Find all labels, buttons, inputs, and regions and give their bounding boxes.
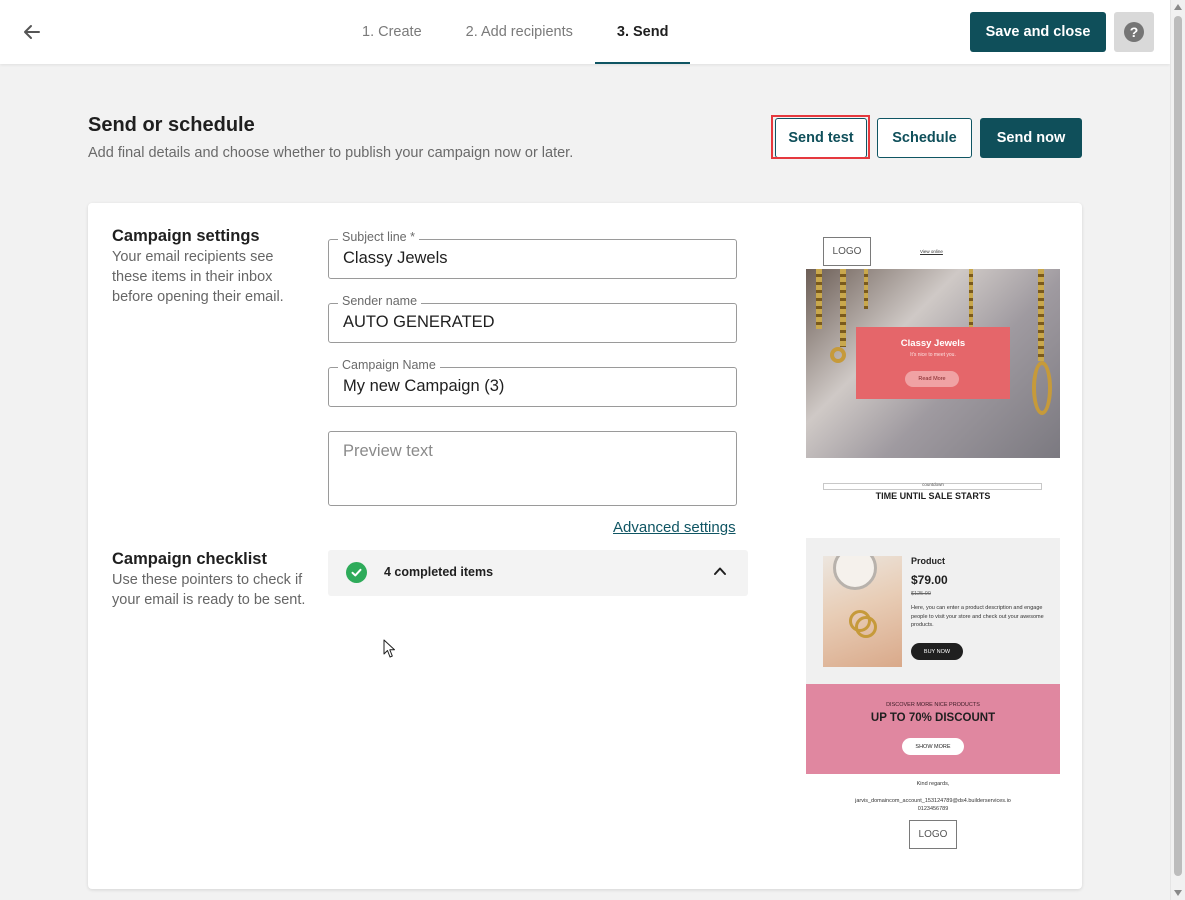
preview-product-description: Here, you can enter a product descriptio… — [911, 605, 1044, 628]
top-bar: 1. Create 2. Add recipients 3. Send Save… — [0, 0, 1170, 64]
sender-name-value: AUTO GENERATED — [343, 313, 495, 331]
campaign-checklist-title: Campaign checklist — [112, 550, 267, 568]
chain-decoration — [840, 269, 846, 347]
chevron-up-icon[interactable] — [713, 564, 727, 578]
candle-decoration — [833, 556, 877, 590]
checklist-accordion[interactable]: 4 completed items — [328, 550, 748, 596]
scroll-up-arrow[interactable] — [1174, 4, 1182, 10]
check-circle-icon — [346, 562, 367, 583]
preview-countdown-title: TIME UNTIL SALE STARTS — [875, 491, 991, 501]
preview-email-address: jarvis_domaincom_account_153124789@ds4.b… — [855, 798, 1011, 804]
arrow-left-icon — [24, 25, 40, 39]
step-create[interactable]: 1. Create — [340, 0, 444, 64]
save-and-close-button[interactable]: Save and close — [970, 12, 1106, 52]
mouse-cursor-icon — [383, 639, 395, 658]
preview-phone: 0123456789 — [917, 806, 949, 812]
settings-card: Campaign settings Your email recipients … — [88, 203, 1082, 889]
step-add-recipients[interactable]: 2. Add recipients — [444, 0, 595, 64]
preview-show-more-button: SHOW MORE — [902, 738, 964, 755]
send-test-button[interactable]: Send test — [775, 118, 867, 158]
page-subtitle: Add final details and choose whether to … — [88, 145, 574, 161]
subject-line-field[interactable]: Subject line * Classy Jewels — [328, 230, 737, 279]
preview-product-price: $79.00 — [911, 573, 948, 587]
question-icon: ? — [1124, 22, 1144, 42]
preview-product-block: Product $79.00 $125.00 Here, you can ent… — [806, 538, 1060, 684]
stepper: 1. Create 2. Add recipients 3. Send — [340, 0, 691, 64]
sender-name-field[interactable]: Sender name AUTO GENERATED — [328, 294, 737, 343]
ring-decoration — [830, 347, 846, 363]
subject-line-value: Classy Jewels — [343, 249, 448, 267]
preview-regards: Kind regards, — [916, 781, 950, 787]
preview-hero-subtitle: It's nice to meet you. — [910, 352, 956, 358]
preview-product-old-price: $125.00 — [911, 591, 931, 597]
scroll-thumb[interactable] — [1174, 16, 1182, 876]
scroll-down-arrow[interactable] — [1174, 890, 1182, 896]
step-send[interactable]: 3. Send — [594, 0, 691, 64]
preview-text-placeholder: Preview text — [343, 442, 433, 460]
preview-discount-block: DISCOVER MORE NICE PRODUCTS UP TO 70% DI… — [806, 684, 1060, 774]
preview-hero-title: Classy Jewels — [900, 338, 966, 349]
back-button[interactable] — [18, 18, 46, 46]
preview-footer-logo: LOGO — [909, 820, 957, 849]
sender-name-label: Sender name — [338, 294, 422, 308]
preview-text-field[interactable]: Preview text — [328, 431, 737, 506]
chain-decoration — [816, 269, 822, 329]
scrollbar[interactable] — [1170, 0, 1185, 900]
schedule-button[interactable]: Schedule — [877, 118, 972, 158]
campaign-name-field[interactable]: Campaign Name My new Campaign (3) — [328, 358, 737, 407]
chain-decoration — [1038, 269, 1044, 361]
preview-discover-text: DISCOVER MORE NICE PRODUCTS — [886, 702, 980, 708]
preview-logo: LOGO — [823, 237, 871, 266]
page-title: Send or schedule — [88, 114, 255, 136]
preview-read-more-button: Read More — [905, 371, 959, 387]
preview-hero-box: Classy Jewels It's nice to meet you. Rea… — [856, 327, 1010, 399]
subject-line-label: Subject line * — [338, 230, 419, 244]
campaign-checklist-description: Use these pointers to check if your emai… — [112, 572, 306, 608]
checklist-summary: 4 completed items — [384, 565, 494, 579]
ring-decoration — [1032, 361, 1052, 415]
advanced-settings-link[interactable]: Advanced settings — [613, 519, 736, 536]
preview-product-image — [823, 556, 902, 667]
chain-decoration — [864, 269, 868, 309]
preview-view-online: View online — [920, 249, 943, 254]
preview-buy-now-button: BUY NOW — [911, 643, 963, 660]
ring-decoration — [855, 616, 877, 638]
preview-product-name: Product — [911, 556, 946, 566]
send-now-button[interactable]: Send now — [980, 118, 1082, 158]
preview-discount-title: UP TO 70% DISCOUNT — [870, 712, 996, 724]
email-preview: LOGO View online Classy Jewels It's nice… — [806, 235, 1060, 855]
preview-countdown-label: countdown — [922, 482, 944, 487]
preview-hero-image: Classy Jewels It's nice to meet you. Rea… — [806, 269, 1060, 458]
campaign-name-value: My new Campaign (3) — [343, 377, 505, 395]
help-button[interactable]: ? — [1114, 12, 1154, 52]
campaign-name-label: Campaign Name — [338, 358, 440, 372]
campaign-settings-description: Your email recipients see these items in… — [112, 249, 284, 305]
campaign-settings-title: Campaign settings — [112, 227, 260, 245]
